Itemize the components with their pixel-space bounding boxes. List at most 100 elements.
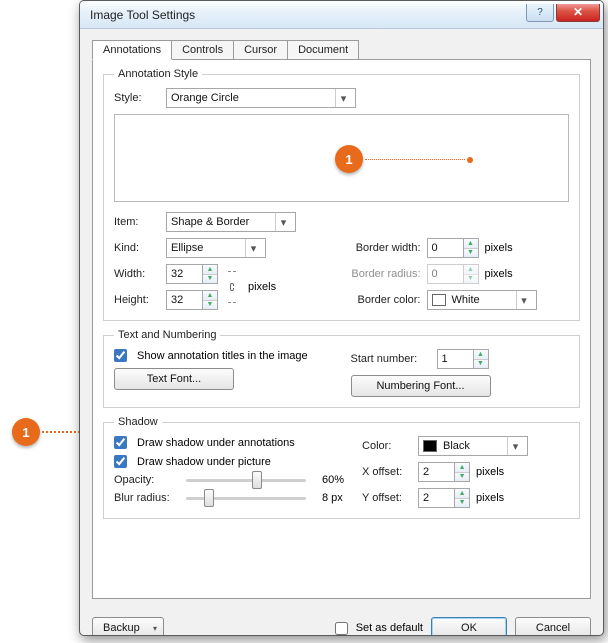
chevron-down-icon: ▾ [275, 213, 291, 231]
legend-text-numbering: Text and Numbering [114, 329, 220, 341]
spin-buttons[interactable]: ▲▼ [463, 238, 479, 258]
chevron-down-icon: ▾ [153, 624, 157, 633]
spin-buttons: ▲▼ [463, 264, 479, 284]
style-label: Style: [114, 92, 160, 104]
border-color-label: Border color: [351, 294, 421, 306]
spin-buttons[interactable]: ▲▼ [473, 349, 489, 369]
shadow-color-label: Color: [362, 440, 412, 452]
callout-badge: 1 [12, 418, 40, 446]
blur-value: 8 px [322, 492, 343, 504]
chevron-down-icon: ▾ [335, 89, 351, 107]
backup-button[interactable]: Backup ▾ [92, 617, 164, 636]
yoffset-label: Y offset: [362, 492, 412, 504]
shadow-color-value: Black [443, 440, 470, 452]
spin-buttons[interactable]: ▲▼ [454, 462, 470, 482]
kind-value: Ellipse [171, 242, 203, 254]
border-color-combo[interactable]: White ▾ [427, 290, 537, 310]
kind-combo[interactable]: Ellipse ▾ [166, 238, 266, 258]
shadow-annotations-label: Draw shadow under annotations [137, 437, 295, 449]
numbering-font-button[interactable]: Numbering Font... [351, 375, 491, 397]
set-default-checkbox[interactable] [335, 622, 348, 635]
legend-annotation-style: Annotation Style [114, 68, 202, 80]
shadow-annotations-checkbox[interactable] [114, 436, 127, 449]
help-button[interactable]: ? [526, 4, 554, 22]
border-width-label: Border width: [351, 242, 421, 254]
shadow-color-swatch [423, 440, 437, 452]
spin-buttons[interactable]: ▲▼ [454, 488, 470, 508]
tab-strip: Annotations Controls Cursor Document [92, 39, 591, 59]
chevron-down-icon: ▾ [507, 437, 523, 455]
group-shadow: Shadow Draw shadow under annotations Dra… [103, 416, 580, 519]
size-unit: pixels [248, 281, 276, 293]
style-combo[interactable]: Orange Circle ▾ [166, 88, 356, 108]
height-value[interactable]: 32 [166, 290, 202, 310]
xoffset-value[interactable]: 2 [418, 462, 454, 482]
item-combo[interactable]: Shape & Border ▾ [166, 212, 296, 232]
chevron-down-icon: ▾ [245, 239, 261, 257]
border-radius-value: 0 [427, 264, 463, 284]
xoffset-spin[interactable]: 2 ▲▼ [418, 462, 470, 482]
style-preview: 1 [114, 114, 569, 202]
border-radius-spin: 0 ▲▼ [427, 264, 479, 284]
set-default-label: Set as default [356, 622, 423, 634]
height-label: Height: [114, 294, 160, 306]
start-number-spin[interactable]: 1 ▲▼ [437, 349, 489, 369]
tab-cursor[interactable]: Cursor [233, 40, 288, 60]
window-title: Image Tool Settings [90, 8, 526, 22]
yoffset-value[interactable]: 2 [418, 488, 454, 508]
blur-label: Blur radius: [114, 492, 178, 504]
border-width-unit: pixels [485, 242, 513, 254]
dialog-footer: Backup ▾ Set as default OK Cancel [80, 609, 603, 636]
title-bar: Image Tool Settings ? ✕ [80, 1, 603, 29]
shadow-picture-checkbox[interactable] [114, 455, 127, 468]
xoffset-label: X offset: [362, 466, 412, 478]
close-button[interactable]: ✕ [556, 4, 600, 22]
start-number-label: Start number: [351, 353, 431, 365]
border-radius-unit: pixels [485, 268, 513, 280]
spin-buttons[interactable]: ▲▼ [202, 290, 218, 310]
cancel-button[interactable]: Cancel [515, 617, 591, 636]
backup-label: Backup [103, 622, 140, 634]
tab-annotations[interactable]: Annotations [92, 40, 172, 60]
height-spin[interactable]: 32 ▲▼ [166, 290, 218, 310]
link-dimensions-icon[interactable] [226, 272, 240, 302]
xoffset-unit: pixels [476, 466, 504, 478]
preview-badge: 1 [335, 145, 363, 173]
yoffset-spin[interactable]: 2 ▲▼ [418, 488, 470, 508]
opacity-label: Opacity: [114, 474, 178, 486]
shadow-color-combo[interactable]: Black ▾ [418, 436, 528, 456]
tab-panel-annotations: Annotation Style Style: Orange Circle ▾ … [92, 59, 591, 599]
opacity-value: 60% [322, 474, 344, 486]
yoffset-unit: pixels [476, 492, 504, 504]
spin-buttons[interactable]: ▲▼ [202, 264, 218, 284]
ok-button[interactable]: OK [431, 617, 507, 636]
border-radius-label: Border radius: [351, 268, 421, 280]
tab-controls[interactable]: Controls [171, 40, 234, 60]
set-default-option[interactable]: Set as default [335, 622, 423, 635]
start-number-value[interactable]: 1 [437, 349, 473, 369]
border-color-swatch [432, 294, 446, 306]
legend-shadow: Shadow [114, 416, 162, 428]
shadow-picture-label: Draw shadow under picture [137, 456, 271, 468]
width-spin[interactable]: 32 ▲▼ [166, 264, 218, 284]
border-width-spin[interactable]: 0 ▲▼ [427, 238, 479, 258]
chevron-down-icon: ▾ [516, 291, 532, 309]
show-titles-label: Show annotation titles in the image [137, 350, 308, 362]
item-value: Shape & Border [171, 216, 249, 228]
show-titles-checkbox[interactable] [114, 349, 127, 362]
style-value: Orange Circle [171, 92, 239, 104]
width-label: Width: [114, 268, 160, 280]
preview-leader [365, 159, 465, 160]
item-label: Item: [114, 216, 160, 228]
blur-slider[interactable] [186, 497, 306, 500]
border-width-value[interactable]: 0 [427, 238, 463, 258]
group-text-numbering: Text and Numbering Show annotation title… [103, 329, 580, 408]
width-value[interactable]: 32 [166, 264, 202, 284]
kind-label: Kind: [114, 242, 160, 254]
preview-endpoint [467, 157, 473, 163]
opacity-slider[interactable] [186, 479, 306, 482]
tab-document[interactable]: Document [287, 40, 359, 60]
group-annotation-style: Annotation Style Style: Orange Circle ▾ … [103, 68, 580, 321]
text-font-button[interactable]: Text Font... [114, 368, 234, 390]
dialog-window: Image Tool Settings ? ✕ Annotations Cont… [79, 0, 604, 636]
